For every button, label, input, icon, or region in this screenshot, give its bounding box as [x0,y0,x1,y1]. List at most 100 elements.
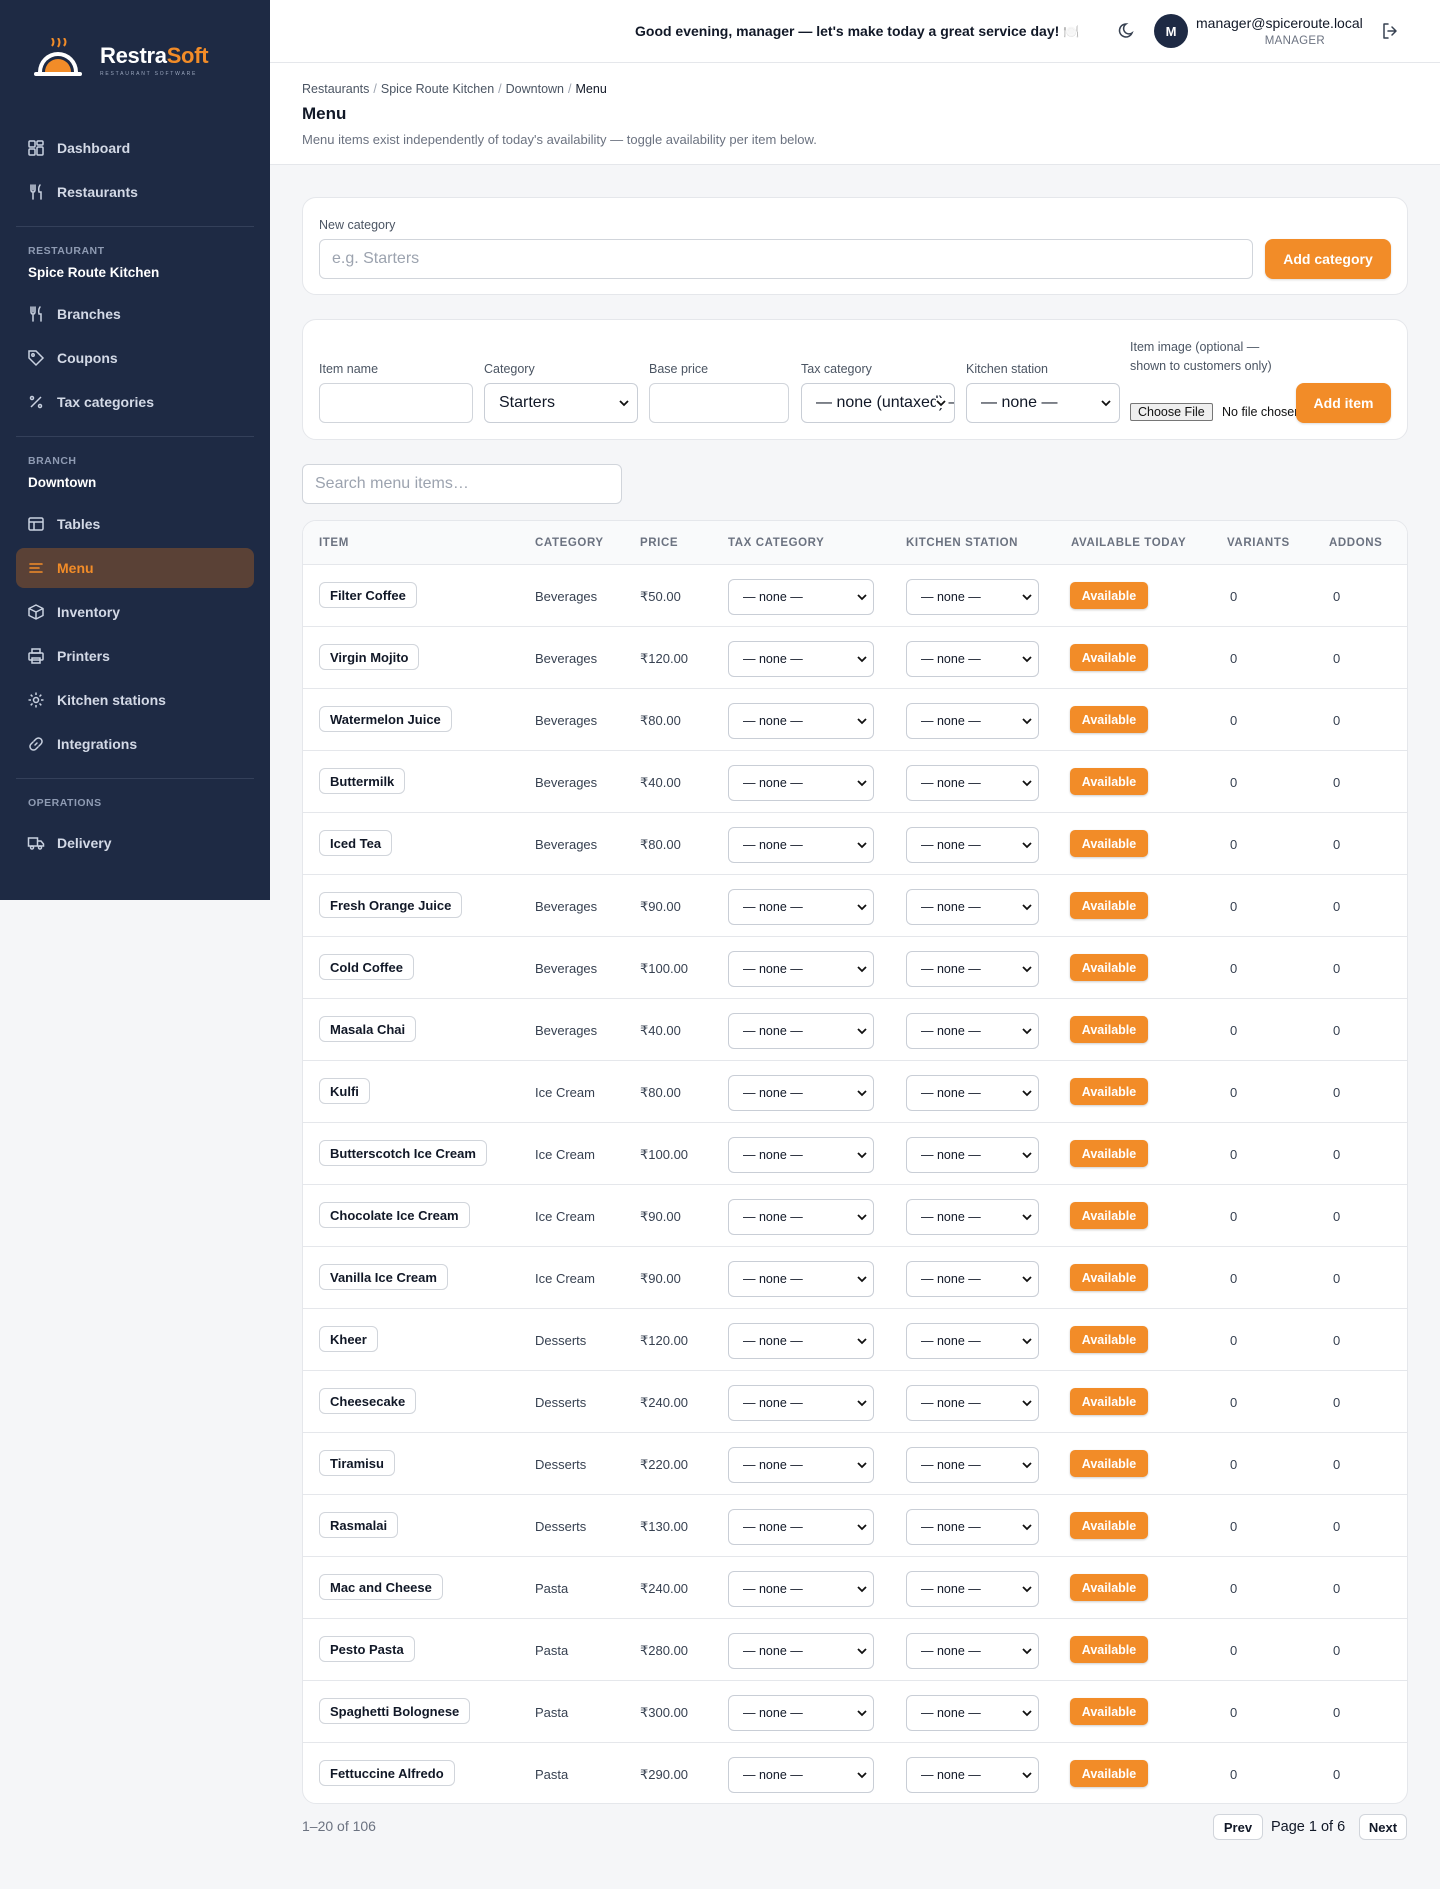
item-name-button[interactable]: Vanilla Ice Cream [319,1264,448,1290]
col-item[interactable]: ITEM [319,537,349,549]
tax-category-select[interactable]: — none — [728,579,874,615]
availability-toggle[interactable]: Available [1070,1202,1148,1229]
item-name-button[interactable]: Pesto Pasta [319,1636,415,1662]
item-name-button[interactable]: Kulfi [319,1078,370,1104]
availability-toggle[interactable]: Available [1070,582,1148,609]
tax-category-select[interactable]: — none — [728,951,874,987]
item-name-button[interactable]: Tiramisu [319,1450,395,1476]
tax-category-select[interactable]: — none — [728,1757,874,1793]
kitchen-station-select[interactable]: — none — [906,889,1039,925]
availability-toggle[interactable]: Available [1070,1016,1148,1043]
logo[interactable]: RestraSoft RESTAURANT SOFTWARE [0,0,270,90]
logout-icon[interactable] [1380,21,1400,41]
availability-toggle[interactable]: Available [1070,1698,1148,1725]
availability-toggle[interactable]: Available [1070,768,1148,795]
kitchen-station-select[interactable]: — none — [906,1695,1039,1731]
kitchen-station-select[interactable]: — none — [906,1261,1039,1297]
availability-toggle[interactable]: Available [1070,1388,1148,1415]
item-name-button[interactable]: Virgin Mojito [319,644,420,670]
item-name-button[interactable]: Butterscotch Ice Cream [319,1140,487,1166]
sidebar-item-branches[interactable]: Branches [16,294,254,334]
kitchen-station-select[interactable]: — none — [906,579,1039,615]
dark-mode-moon-icon[interactable] [1118,20,1138,40]
kitchen-station-select[interactable]: — none — [906,1447,1039,1483]
item-name-button[interactable]: Watermelon Juice [319,706,452,732]
kitchen-station-select[interactable]: — none — [906,1757,1039,1793]
sidebar-item-inventory[interactable]: Inventory [16,592,254,632]
tax-category-select[interactable]: — none — [728,1633,874,1669]
availability-toggle[interactable]: Available [1070,1078,1148,1105]
item-name-button[interactable]: Buttermilk [319,768,406,794]
sidebar-item-delivery[interactable]: Delivery [16,823,254,863]
item-name-button[interactable]: Spaghetti Bolognese [319,1698,471,1724]
breadcrumb-restaurant[interactable]: Spice Route Kitchen [381,82,494,96]
kitchen-station-select[interactable]: — none — [906,765,1039,801]
kitchen-station-select[interactable]: — none — [906,827,1039,863]
add-category-button[interactable]: Add category [1265,239,1391,279]
item-name-button[interactable]: Mac and Cheese [319,1574,443,1600]
availability-toggle[interactable]: Available [1070,1326,1148,1353]
tax-category-select[interactable]: — none — [728,1447,874,1483]
item-name-button[interactable]: Filter Coffee [319,582,417,608]
kitchen-station-select[interactable]: — none — [906,1323,1039,1359]
availability-toggle[interactable]: Available [1070,1760,1148,1787]
breadcrumb-restaurants[interactable]: Restaurants [302,82,369,96]
prev-button[interactable]: Prev [1213,1814,1263,1840]
kitchen-station-select[interactable]: — none — [906,1013,1039,1049]
base-price-input[interactable] [649,383,789,423]
sidebar-item-printers[interactable]: Printers [16,636,254,676]
availability-toggle[interactable]: Available [1070,1512,1148,1539]
item-name-button[interactable]: Fettuccine Alfredo [319,1760,455,1786]
availability-toggle[interactable]: Available [1070,1140,1148,1167]
col-price[interactable]: PRICE [640,537,678,549]
kitchen-station-select[interactable]: — none — [966,383,1120,423]
tax-category-select[interactable]: — none — [728,1571,874,1607]
kitchen-station-select[interactable]: — none — [906,1137,1039,1173]
item-name-button[interactable]: Cold Coffee [319,954,414,980]
kitchen-station-select[interactable]: — none — [906,641,1039,677]
tax-category-select[interactable]: — none — [728,1013,874,1049]
tax-category-select[interactable]: — none — [728,1137,874,1173]
tax-category-select[interactable]: — none — [728,1199,874,1235]
tax-category-select[interactable]: — none — [728,1075,874,1111]
tax-category-select[interactable]: — none (untaxed) — [801,383,955,423]
tax-category-select[interactable]: — none — [728,1695,874,1731]
new-category-input[interactable] [319,239,1253,279]
sidebar-item-menu[interactable]: Menu [16,548,254,588]
tax-category-select[interactable]: — none — [728,1261,874,1297]
tax-category-select[interactable]: — none — [728,1509,874,1545]
col-addons[interactable]: ADDONS [1329,537,1382,549]
tax-category-select[interactable]: — none — [728,889,874,925]
item-name-button[interactable]: Rasmalai [319,1512,399,1538]
tax-category-select[interactable]: — none — [728,1385,874,1421]
tax-category-select[interactable]: — none — [728,827,874,863]
sidebar-item-tax-categories[interactable]: Tax categories [16,382,254,422]
kitchen-station-select[interactable]: — none — [906,1571,1039,1607]
availability-toggle[interactable]: Available [1070,954,1148,981]
sidebar-item-coupons[interactable]: Coupons [16,338,254,378]
kitchen-station-select[interactable]: — none — [906,703,1039,739]
sidebar-item-integrations[interactable]: Integrations [16,724,254,764]
col-available-today[interactable]: AVAILABLE TODAY [1071,537,1186,549]
col-variants[interactable]: VARIANTS [1227,537,1290,549]
item-name-button[interactable]: Kheer [319,1326,378,1352]
availability-toggle[interactable]: Available [1070,1450,1148,1477]
availability-toggle[interactable]: Available [1070,1264,1148,1291]
kitchen-station-select[interactable]: — none — [906,951,1039,987]
tax-category-select[interactable]: — none — [728,703,874,739]
kitchen-station-select[interactable]: — none — [906,1385,1039,1421]
availability-toggle[interactable]: Available [1070,1574,1148,1601]
col-kitchen-station[interactable]: KITCHEN STATION [906,537,1018,549]
search-input[interactable] [302,464,622,504]
tax-category-select[interactable]: — none — [728,641,874,677]
item-name-button[interactable]: Iced Tea [319,830,393,856]
choose-file-button[interactable]: Choose File [1130,403,1213,421]
item-name-button[interactable]: Chocolate Ice Cream [319,1202,470,1228]
item-name-button[interactable]: Fresh Orange Juice [319,892,463,918]
kitchen-station-select[interactable]: — none — [906,1633,1039,1669]
col-category[interactable]: CATEGORY [535,537,604,549]
sidebar-item-restaurants[interactable]: Restaurants [16,172,254,212]
category-select[interactable]: Starters [484,383,638,423]
tax-category-select[interactable]: — none — [728,765,874,801]
add-item-button[interactable]: Add item [1296,383,1391,423]
